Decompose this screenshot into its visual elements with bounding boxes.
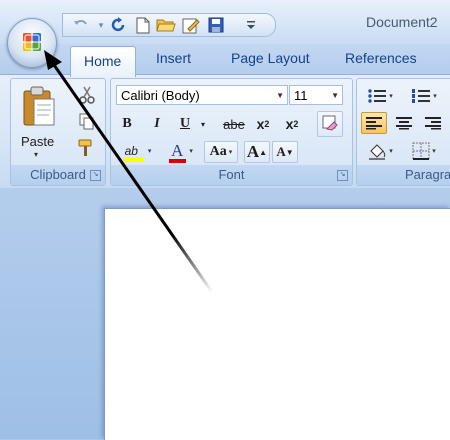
shading-icon [369, 144, 386, 160]
underline-dropdown-icon[interactable]: ▾ [197, 113, 209, 135]
paste-icon [23, 86, 55, 126]
bullets-dropdown-icon[interactable]: ▾ [389, 92, 393, 100]
font-color-bar [169, 159, 187, 163]
change-case-button[interactable]: Aa ▾ [204, 141, 238, 163]
superscript-letter: x [285, 116, 294, 132]
numbering-dropdown-icon[interactable]: ▾ [433, 92, 437, 100]
paste-dropdown-icon[interactable]: ▾ [34, 150, 38, 159]
copy-icon[interactable] [79, 113, 95, 131]
quick-access-toolbar: ▾ [62, 13, 276, 37]
paragraph-group-label: Paragra [357, 165, 450, 185]
highlight-color-bar [123, 158, 144, 162]
shrink-font-icon: ▼ [285, 147, 294, 157]
grow-font-icon: ▲ [259, 147, 268, 157]
underline-button[interactable]: U [175, 113, 195, 135]
font-color-text: A [171, 141, 184, 160]
undo-dropdown-icon[interactable]: ▾ [91, 16, 111, 34]
font-size-dropdown-icon[interactable]: ▼ [331, 86, 339, 106]
tab-home-label: Home [84, 53, 122, 69]
change-case-dropdown-icon[interactable]: ▾ [229, 148, 233, 156]
shrink-font-text: A [276, 144, 286, 159]
font-name-field[interactable]: Calibri (Body) ▼ [116, 85, 288, 105]
grow-font-text: A [246, 142, 260, 161]
ribbon: Paste ▾ Clipboard ↘ Calibri (Body) ▼ 11 [0, 74, 450, 188]
clipboard-label-text: Clipboard [30, 167, 86, 182]
borders-icon [412, 142, 430, 160]
font-color-dropdown-icon[interactable]: ▾ [189, 147, 193, 155]
subscript-button[interactable]: x2 [252, 113, 274, 135]
change-case-text: Aa [209, 144, 227, 159]
clipboard-group: Paste ▾ Clipboard ↘ [10, 78, 106, 186]
numbering-icon [412, 89, 431, 103]
font-size-field[interactable]: 11 ▼ [289, 85, 343, 105]
align-right-button[interactable] [420, 112, 446, 134]
office-button-icon [23, 33, 41, 51]
tab-references[interactable]: References [345, 50, 417, 66]
font-name-value: Calibri (Body) [121, 88, 200, 103]
bullets-button[interactable]: ▾ [361, 85, 399, 107]
strikethrough-button[interactable]: abe [221, 113, 247, 135]
subscript-letter: x [256, 116, 265, 132]
clipboard-launcher-icon[interactable]: ↘ [90, 170, 101, 181]
font-launcher-icon[interactable]: ↘ [337, 170, 348, 181]
paragraph-more-dropdown-icon[interactable]: ▾ [445, 85, 450, 107]
borders-dropdown-icon[interactable]: ▾ [432, 147, 436, 155]
clear-format-button[interactable] [317, 111, 343, 137]
align-center-button[interactable] [391, 112, 417, 134]
superscript-mark: 2 [293, 119, 299, 129]
shrink-font-button[interactable]: A ▼ [272, 141, 298, 163]
office-button[interactable] [7, 18, 57, 68]
new-icon[interactable] [133, 16, 153, 34]
borders-button[interactable]: ▾ [405, 140, 443, 162]
highlight-text: ab [124, 144, 138, 158]
highlight-button[interactable]: ab ▾ [117, 140, 159, 162]
font-color-button[interactable]: A ▾ [165, 140, 199, 163]
tab-page-layout[interactable]: Page Layout [231, 50, 310, 66]
bold-button[interactable]: B [117, 113, 137, 135]
font-group-label: Font [111, 165, 352, 185]
grow-font-button[interactable]: A ▲ [244, 141, 270, 163]
tab-insert[interactable]: Insert [156, 50, 191, 66]
cut-icon[interactable] [79, 86, 95, 104]
customize-icon[interactable] [241, 16, 261, 34]
clear-format-icon [322, 115, 338, 131]
ribbon-tabs: Insert Page Layout References [0, 44, 450, 74]
font-group: Calibri (Body) ▼ 11 ▼ B I U ▾ abe x2 x2 … [110, 78, 353, 186]
open-icon[interactable] [156, 16, 176, 34]
save-icon[interactable] [206, 16, 226, 34]
align-center-icon [396, 117, 412, 130]
redo-icon[interactable] [109, 16, 129, 34]
tab-home[interactable]: Home [70, 46, 136, 77]
document-page[interactable] [104, 208, 450, 440]
shading-dropdown-icon[interactable]: ▾ [389, 147, 393, 155]
font-label-text: Font [218, 167, 245, 182]
superscript-button[interactable]: x2 [281, 113, 303, 135]
edit-icon[interactable] [181, 16, 201, 34]
highlight-dropdown-icon[interactable]: ▾ [148, 147, 152, 155]
numbering-button[interactable]: ▾ [405, 85, 443, 107]
highlight-icon: ab [123, 144, 144, 162]
format-painter-icon[interactable] [77, 138, 97, 158]
paragraph-label-text: Paragra [405, 167, 450, 182]
undo-icon[interactable] [71, 16, 91, 34]
paragraph-group: ▾ ▾ ▾ ▾ Paragra [356, 78, 450, 186]
italic-button[interactable]: I [147, 113, 167, 135]
shading-button[interactable]: ▾ [361, 140, 399, 162]
font-name-dropdown-icon[interactable]: ▼ [276, 86, 284, 106]
font-size-value: 11 [294, 88, 308, 103]
paste-label: Paste [21, 134, 55, 149]
align-left-icon [366, 117, 382, 130]
window-title: Document2 [366, 14, 438, 30]
subscript-mark: 2 [264, 119, 270, 129]
bullets-icon [368, 89, 387, 103]
align-right-icon [425, 117, 441, 130]
align-left-button[interactable] [361, 112, 387, 134]
paste-button[interactable]: Paste ▾ [17, 83, 61, 161]
font-color-icon: A [169, 141, 187, 163]
title-bar: ▾ Document2 [0, 0, 450, 44]
